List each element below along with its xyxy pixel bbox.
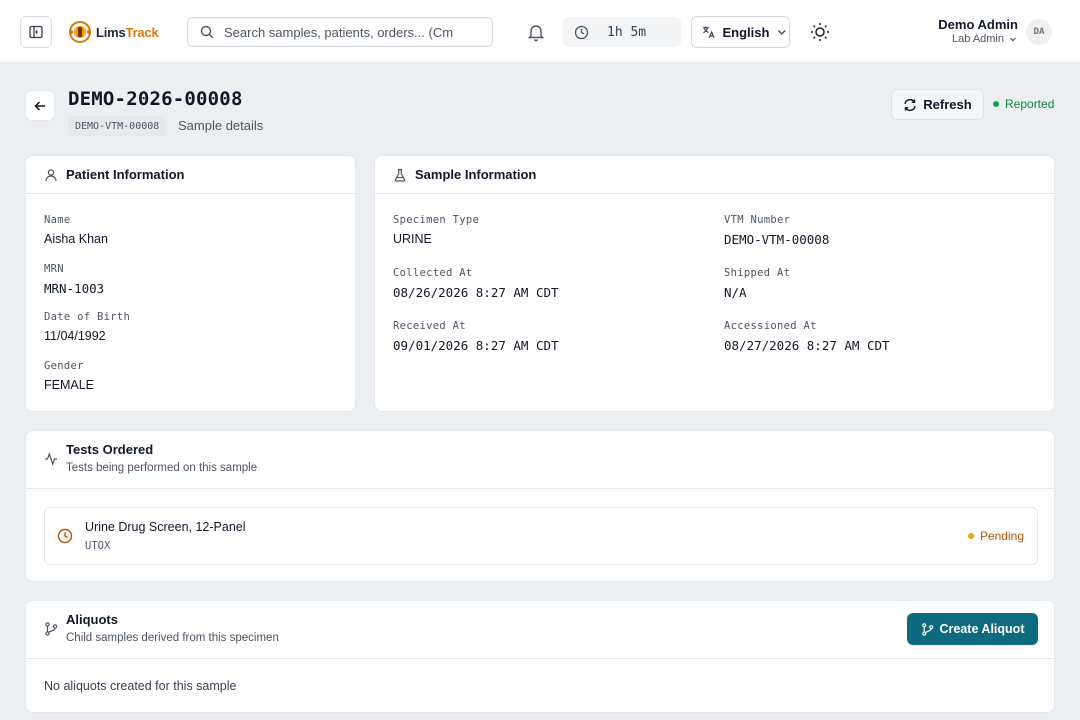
field-received-at: Received At 09/01/2026 8:27 AM CDT: [393, 320, 724, 359]
flask-icon: [394, 168, 406, 182]
card-title: Patient Information: [66, 167, 185, 182]
session-timer: 1h 5m: [563, 17, 681, 47]
logo-icon: [69, 21, 91, 43]
field-value: 11/04/1992: [44, 329, 106, 343]
user-role: Lab Admin: [938, 32, 1018, 46]
vtm-badge: DEMO-VTM-00008: [68, 116, 167, 136]
section-title: Tests Ordered: [66, 442, 154, 457]
field-dob: Date of Birth 11/04/1992: [44, 311, 355, 360]
status-dot: [967, 533, 974, 539]
field-label: Collected At: [393, 267, 473, 279]
avatar[interactable]: DA: [1026, 19, 1052, 45]
field-shipped-at: Shipped At N/A: [724, 267, 1054, 306]
test-row[interactable]: Urine Drug Screen, 12-Panel UTOX Pending: [44, 507, 1038, 565]
empty-state-text: No aliquots created for this sample: [44, 679, 237, 693]
language-select[interactable]: English: [691, 16, 790, 48]
card-title: Sample Information: [415, 167, 537, 182]
timer-text: 1h 5m: [607, 24, 647, 40]
status-label: Pending: [979, 529, 1024, 543]
section-title: Aliquots: [66, 612, 118, 627]
field-label: MRN: [44, 262, 64, 275]
field-value: Aisha Khan: [44, 232, 108, 246]
field-value: 08/27/2026 8:27 AM CDT: [724, 338, 890, 353]
clock-icon: [574, 25, 589, 39]
sidebar-toggle-icon: [29, 25, 43, 39]
field-vtm-number: VTM Number DEMO-VTM-00008: [724, 214, 1054, 253]
field-label: Gender: [44, 359, 84, 372]
field-label: Name: [44, 214, 71, 226]
tests-ordered-card: Tests Ordered Tests being performed on t…: [25, 430, 1055, 582]
field-value: MRN-1003: [44, 280, 105, 296]
field-value: URINE: [393, 232, 432, 246]
logo-text: LimsTrack: [96, 24, 159, 40]
field-value: 08/26/2026 8:27 AM CDT: [393, 285, 559, 300]
field-value: N/A: [724, 285, 747, 300]
arrow-left-icon: [34, 100, 45, 111]
translate-icon: [702, 26, 715, 39]
refresh-label: Refresh: [923, 97, 972, 112]
section-description: Child samples derived from this specimen: [66, 632, 279, 644]
global-search[interactable]: [187, 17, 493, 47]
field-label: Shipped At: [724, 267, 791, 279]
field-label: Accessioned At: [724, 320, 817, 332]
field-label: VTM Number: [724, 214, 791, 226]
field-gender: Gender FEMALE: [44, 360, 355, 409]
page-title: DEMO-2026-00008: [68, 88, 243, 110]
test-code: UTOX: [85, 540, 111, 552]
field-label: Specimen Type: [393, 214, 480, 226]
top-bar: LimsTrack 1h 5m English Demo Admin: [0, 0, 1080, 63]
status-dot: [993, 101, 999, 107]
field-mrn: MRN MRN-1003: [44, 263, 355, 312]
user-menu[interactable]: Demo Admin Lab Admin: [938, 17, 1018, 46]
chevron-down-icon: [1010, 37, 1016, 42]
create-aliquot-label: Create Aliquot: [939, 622, 1025, 636]
user-icon: [45, 168, 57, 181]
back-button[interactable]: [25, 90, 55, 121]
status-label: Reported: [1005, 97, 1055, 111]
sun-icon[interactable]: [809, 21, 831, 43]
refresh-button[interactable]: Refresh: [891, 89, 984, 120]
sidebar-toggle-button[interactable]: [20, 16, 52, 48]
search-input[interactable]: [224, 24, 484, 40]
user-role-label: Lab Admin: [952, 33, 1004, 45]
clock-icon: [57, 528, 73, 544]
field-accessioned-at: Accessioned At 08/27/2026 8:27 AM CDT: [724, 320, 1054, 359]
chevron-down-icon: [778, 30, 787, 35]
bell-icon[interactable]: [526, 22, 546, 42]
field-collected-at: Collected At 08/26/2026 8:27 AM CDT: [393, 267, 724, 306]
app-logo[interactable]: LimsTrack: [67, 18, 159, 46]
git-branch-icon: [921, 622, 933, 636]
search-icon: [200, 25, 214, 39]
activity-icon: [45, 452, 57, 466]
field-value: DEMO-VTM-00008: [724, 232, 830, 247]
git-branch-icon: [45, 622, 58, 636]
field-name: Name Aisha Khan: [44, 214, 355, 263]
page-subtitle: Sample details: [178, 118, 264, 133]
sample-status-badge: Reported: [993, 97, 1054, 111]
field-value: 09/01/2026 8:27 AM CDT: [393, 338, 559, 353]
field-label: Date of Birth: [44, 311, 131, 323]
field-label: Received At: [393, 320, 466, 332]
language-label: English: [722, 24, 770, 40]
field-specimen-type: Specimen Type URINE: [393, 214, 724, 253]
user-name: Demo Admin: [938, 17, 1018, 32]
create-aliquot-button[interactable]: Create Aliquot: [907, 613, 1038, 645]
refresh-icon: [904, 98, 916, 111]
field-value: FEMALE: [44, 377, 95, 392]
section-description: Tests being performed on this sample: [66, 462, 258, 474]
patient-information-card: Patient Information Name Aisha Khan MRN …: [25, 155, 356, 412]
test-status-badge: Pending: [967, 529, 1024, 543]
test-name: Urine Drug Screen, 12-Panel: [85, 520, 246, 534]
aliquots-card: Aliquots Child samples derived from this…: [25, 600, 1055, 713]
sample-information-card: Sample Information Specimen Type URINE V…: [374, 155, 1055, 412]
